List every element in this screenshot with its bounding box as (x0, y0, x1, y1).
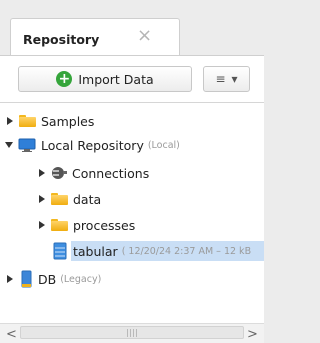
menu-button[interactable]: ≡ ▾ (203, 66, 250, 92)
horizontal-scrollbar[interactable]: < > (0, 323, 264, 343)
plug-icon (52, 167, 67, 179)
tree-item-label: processes (73, 217, 136, 233)
tree-item-label: Local Repository (41, 137, 144, 153)
tree-item-data[interactable]: data (0, 188, 264, 210)
toolbar-divider (0, 102, 264, 103)
tree-item-label: data (73, 191, 102, 207)
tree-item-samples[interactable]: Samples (0, 110, 264, 132)
folder-icon (51, 193, 68, 205)
folder-icon (51, 219, 68, 231)
hamburger-icon: ≡ (215, 72, 226, 86)
import-data-label: Import Data (78, 71, 154, 87)
tree-item-label: tabular (73, 243, 118, 259)
tree-item-detail: ( 12/20/24 2:37 AM – 12 kB (121, 245, 252, 257)
database-icon (21, 270, 32, 288)
tab-title: Repository (23, 32, 100, 47)
expand-arrow-icon[interactable] (5, 274, 15, 284)
tree-item-processes[interactable]: processes (0, 214, 264, 236)
toolbar: + Import Data ≡ ▾ (0, 56, 264, 100)
import-data-button[interactable]: + Import Data (18, 66, 192, 92)
scroll-left-arrow-icon[interactable]: < (6, 327, 17, 342)
tree-item-label: Samples (41, 113, 95, 129)
tree-item-label: DB (38, 271, 57, 287)
folder-icon (19, 115, 36, 127)
tree-item-detail: (Local) (147, 139, 180, 151)
collapse-arrow-icon[interactable] (5, 140, 15, 150)
tree-item-tabular[interactable]: tabular ( 12/20/24 2:37 AM – 12 kB (0, 240, 264, 262)
scroll-right-arrow-icon[interactable]: > (247, 327, 258, 342)
add-icon: + (56, 71, 73, 87)
tree-item-connections[interactable]: Connections (0, 162, 264, 184)
monitor-icon (18, 138, 36, 152)
expand-arrow-icon[interactable] (37, 168, 47, 178)
expand-arrow-icon[interactable] (5, 116, 15, 126)
scrollbar-grip (127, 329, 137, 337)
scrollbar-thumb[interactable] (20, 326, 244, 339)
data-table-icon (53, 242, 67, 260)
tree-item-label: Connections (72, 165, 150, 181)
expand-arrow-icon[interactable] (37, 220, 47, 230)
repository-panel: + Import Data ≡ ▾ Samples Local Reposito… (0, 55, 264, 343)
tree-item-detail: (Legacy) (60, 273, 102, 285)
selected-item-highlight: tabular ( 12/20/24 2:37 AM – 12 kB (71, 241, 264, 261)
chevron-down-icon: ▾ (231, 72, 238, 86)
close-icon[interactable]: × (137, 27, 152, 45)
repository-tab[interactable]: Repository × (10, 18, 180, 56)
expand-arrow-icon[interactable] (37, 194, 47, 204)
tree-item-local-repository[interactable]: Local Repository (Local) (0, 134, 264, 156)
tree-item-db[interactable]: DB (Legacy) (0, 268, 264, 290)
